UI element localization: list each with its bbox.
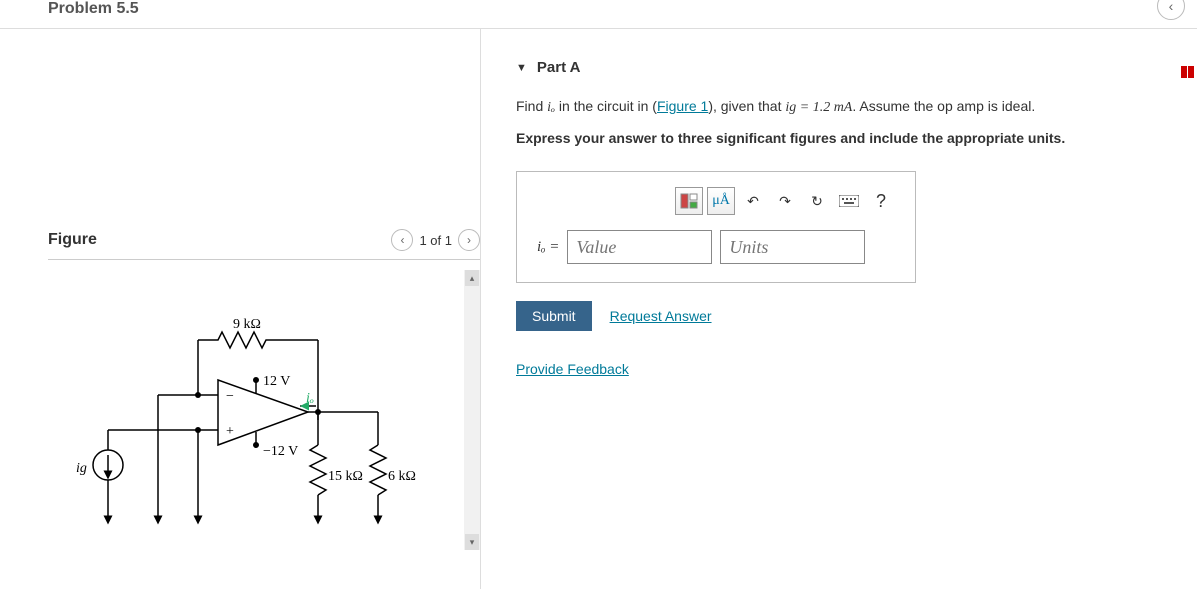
r1-label: 15 kΩ (328, 469, 363, 484)
keyboard-button[interactable] (835, 187, 863, 215)
problem-header: Problem 5.5 (0, 0, 1197, 29)
submit-button[interactable]: Submit (516, 301, 592, 331)
reset-button[interactable]: ↻ (803, 187, 831, 215)
part-a-title: Part A (537, 59, 581, 76)
vneg-label: −12 V (263, 444, 298, 459)
provide-feedback-link[interactable]: Provide Feedback (516, 361, 1167, 377)
r2-label: 6 kΩ (388, 469, 416, 484)
ig-label: ig (76, 461, 87, 476)
templates-button[interactable] (675, 187, 703, 215)
equation-label: iₒ = (537, 239, 559, 256)
vpos-label: 12 V (263, 374, 290, 389)
units-input[interactable] (720, 230, 865, 264)
figure-prev-button[interactable]: ‹ (391, 229, 413, 251)
collapse-arrow-icon: ▼ (516, 62, 527, 74)
figure-panel: Figure ‹ 1 of 1 › ▴ ▾ (0, 29, 480, 589)
answer-toolbar: μÅ ↶ ↷ ↻ ? (537, 187, 895, 215)
r-top-label: 9 kΩ (233, 317, 261, 332)
figure-nav-text: 1 of 1 (419, 233, 452, 248)
problem-title: Problem 5.5 (48, 0, 139, 17)
svg-text:+: + (226, 424, 234, 439)
io-label: iₒ (306, 391, 314, 406)
undo-button[interactable]: ↶ (739, 187, 767, 215)
redo-button[interactable]: ↷ (771, 187, 799, 215)
figure-next-button[interactable]: › (458, 229, 480, 251)
figure-link[interactable]: Figure 1 (657, 98, 708, 114)
figure-scrollbar[interactable]: ▴ ▾ (464, 270, 480, 550)
instruction-text: Express your answer to three significant… (516, 130, 1167, 146)
circuit-diagram: − + 9 kΩ 12 V −12 V iₒ ig 15 kΩ 6 kΩ (58, 290, 438, 543)
figure-title: Figure (48, 231, 97, 249)
scroll-up-button[interactable]: ▴ (465, 270, 479, 286)
flag-icon[interactable] (1181, 65, 1195, 77)
units-button[interactable]: μÅ (707, 187, 735, 215)
value-input[interactable] (567, 230, 712, 264)
request-answer-link[interactable]: Request Answer (610, 308, 712, 324)
prompt-text: Find iₒ in the circuit in (Figure 1), gi… (516, 96, 1167, 118)
svg-text:−: − (226, 389, 234, 404)
part-a-header[interactable]: ▼ Part A (516, 59, 1167, 76)
figure-nav: ‹ 1 of 1 › (391, 229, 480, 251)
answer-box: μÅ ↶ ↷ ↻ ? iₒ = (516, 171, 916, 283)
answer-panel: ▼ Part A Find iₒ in the circuit in (Figu… (480, 29, 1197, 589)
scroll-down-button[interactable]: ▾ (465, 534, 479, 550)
help-button[interactable]: ? (867, 187, 895, 215)
